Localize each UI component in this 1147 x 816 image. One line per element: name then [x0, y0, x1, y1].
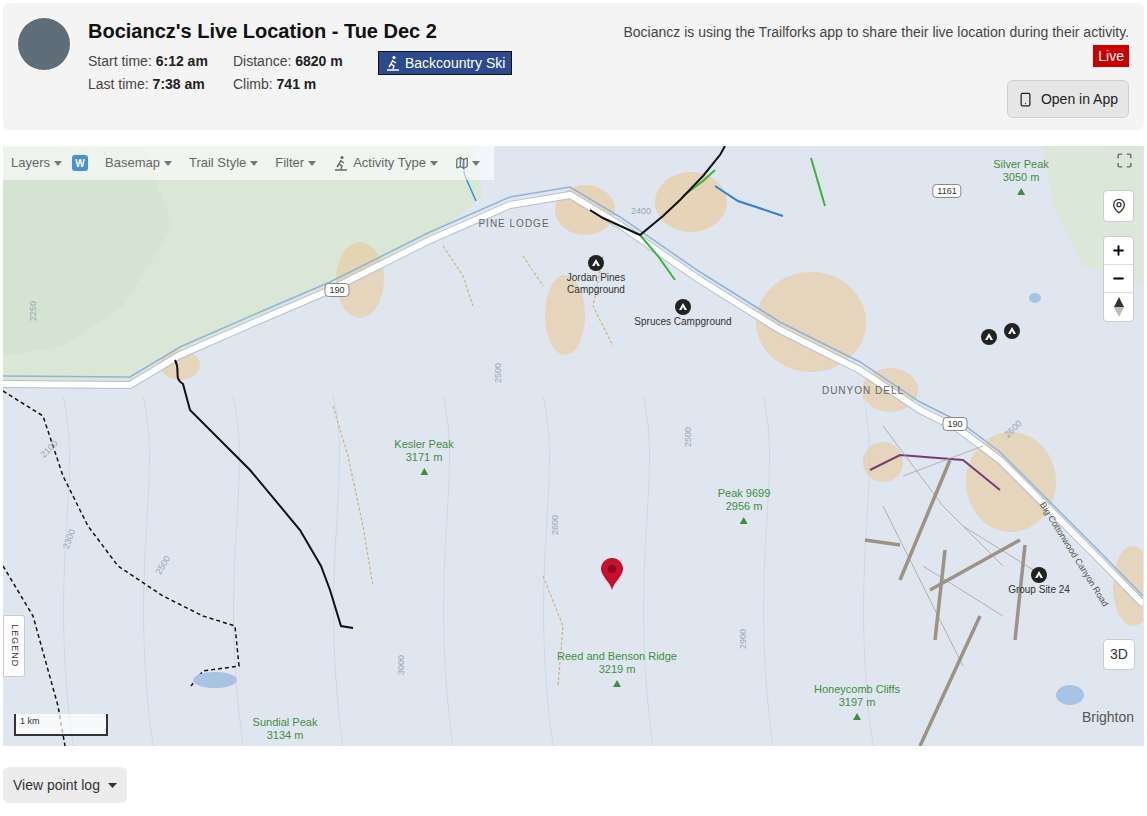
campground-label: Spruces Campground	[623, 316, 743, 328]
peak-label[interactable]: Kesler Peak3171 m	[394, 438, 453, 475]
contour-label: 2500	[493, 363, 503, 383]
phone-icon	[1018, 92, 1033, 107]
view-point-log-button[interactable]: View point log	[3, 767, 127, 803]
peak-label[interactable]: Sundial Peak3134 m	[253, 716, 318, 746]
zoom-out-button[interactable]	[1104, 265, 1133, 293]
contour-label: 2500	[683, 427, 693, 447]
skier-icon	[333, 155, 349, 171]
caret-icon	[164, 161, 172, 166]
campground-icon[interactable]	[588, 255, 604, 271]
peak-icon	[1017, 188, 1025, 195]
campground-icon[interactable]	[1004, 323, 1020, 339]
peak-icon	[613, 680, 621, 687]
compass-button[interactable]	[1104, 293, 1133, 321]
share-note: Bociancz is using the Trailforks app to …	[623, 23, 1129, 41]
campground-label: Group Site 24	[979, 584, 1099, 596]
toolbar-dropdown[interactable]: Basemap	[105, 153, 172, 173]
caret-icon	[430, 161, 438, 166]
caret-icon	[250, 161, 258, 166]
road-shield: 190	[942, 417, 967, 431]
contour-label: 2100	[38, 438, 59, 459]
contour-label: 2400	[631, 206, 651, 216]
stats: Start time: 6:12 amDistance: 6820 mLast …	[88, 52, 378, 93]
locate-icon	[1111, 198, 1127, 214]
campground-label: Jordan Pines Campground	[536, 272, 656, 296]
activity-badge: Backcountry Ski	[378, 51, 512, 75]
campground-icon[interactable]	[675, 299, 691, 315]
caret-icon	[108, 783, 117, 788]
compass-icon	[1114, 297, 1124, 317]
open-in-app-button[interactable]: Open in App	[1007, 80, 1129, 118]
map[interactable]: 2250 2100 2300 2500 2500 2500 2600 3000 2900 2400…	[3, 146, 1144, 746]
header-card: Bociancz's Live Location - Tue Dec 2 Star…	[3, 3, 1144, 130]
caret-icon	[308, 161, 316, 166]
map-icon	[455, 156, 469, 170]
contour-label: 2600	[550, 515, 560, 535]
legend-tab[interactable]: LEGEND	[3, 615, 25, 677]
contour-label: 2900	[738, 629, 748, 649]
contour-label: 2500	[154, 554, 173, 576]
contour-label: 3000	[396, 655, 406, 675]
contour-label: 2250	[28, 301, 38, 321]
live-location-pin-icon[interactable]	[600, 558, 624, 590]
fullscreen-icon[interactable]	[1116, 152, 1133, 169]
locate-button[interactable]	[1103, 190, 1134, 222]
campground-marker[interactable]: Jordan Pines Campground	[536, 255, 656, 296]
live-badge: Live	[1093, 45, 1129, 67]
layer-badge[interactable]: W	[72, 155, 88, 171]
peak-label[interactable]: Peak 96992956 m	[718, 487, 771, 524]
peak-label[interactable]: Reed and Benson Ridge3219 m	[557, 650, 677, 687]
zoom-controls	[1103, 236, 1134, 322]
3d-button[interactable]: 3D	[1103, 639, 1135, 670]
road-shield: 1161	[932, 184, 961, 198]
peak-label[interactable]: Honeycomb Cliffs3197 m	[814, 683, 900, 720]
zoom-in-button[interactable]	[1104, 237, 1133, 265]
campground-marker[interactable]: Spruces Campground	[623, 299, 743, 328]
stat: Last time: 7:38 am	[88, 75, 233, 93]
toolbar-dropdown[interactable]: Trail Style	[189, 153, 258, 173]
campground-marker[interactable]	[981, 329, 997, 345]
peak-icon	[740, 517, 748, 524]
page: Bociancz's Live Location - Tue Dec 2 Star…	[0, 0, 1147, 816]
contour-label: 2300	[61, 528, 77, 550]
plus-icon	[1111, 243, 1126, 258]
stat: Start time: 6:12 am	[88, 52, 233, 70]
place-label: PINE LODGE	[478, 216, 549, 231]
scale-bar: 1 km	[14, 714, 108, 736]
caret-icon	[472, 161, 480, 166]
title: Bociancz's Live Location - Tue Dec 2	[88, 18, 512, 44]
peak-icon	[853, 713, 861, 720]
toolbar-dropdown[interactable]: LayersW	[11, 153, 88, 173]
campground-icon[interactable]	[1031, 567, 1047, 583]
toolbar-dropdown[interactable]: Activity Type	[333, 153, 438, 173]
place-label: DUNYON DELL	[822, 383, 904, 398]
road-shield: 190	[324, 283, 349, 297]
map-toolbar: LayersW Basemap Trail Style Filter Activity …	[3, 146, 494, 180]
toolbar-dropdown[interactable]: Filter	[275, 153, 316, 173]
avatar[interactable]	[18, 18, 70, 70]
caret-icon	[54, 161, 62, 166]
share-info: Bociancz is using the Trailforks app to …	[623, 18, 1129, 130]
campground-marker[interactable]	[1004, 323, 1020, 339]
map-style-dropdown[interactable]	[455, 156, 480, 170]
peak-label[interactable]: Silver Peak3050 m	[993, 158, 1049, 195]
peak-icon	[420, 468, 428, 475]
minus-icon	[1111, 271, 1126, 286]
activity-summary: Bociancz's Live Location - Tue Dec 2 Star…	[88, 18, 512, 130]
skier-icon	[385, 55, 401, 71]
stat: Climb: 741 m	[233, 75, 378, 93]
stat: Distance: 6820 m	[233, 52, 378, 70]
campground-icon[interactable]	[981, 329, 997, 345]
place-label: Brighton	[1082, 707, 1134, 728]
